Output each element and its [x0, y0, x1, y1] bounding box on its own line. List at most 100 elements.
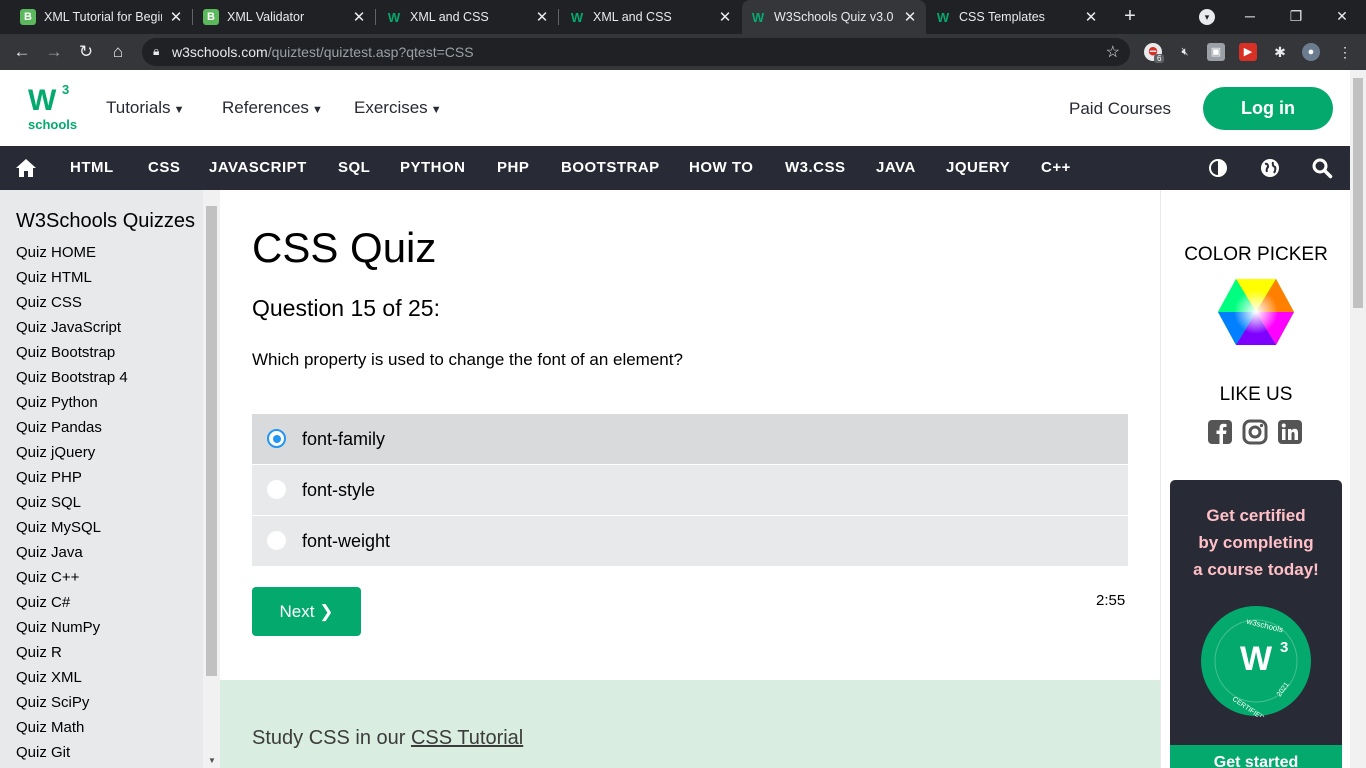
nav-w3css[interactable]: W3.CSS: [785, 146, 846, 190]
svg-text:W: W: [1240, 640, 1273, 678]
sidebar-item-quiz-jquery[interactable]: Quiz jQuery: [16, 443, 128, 468]
reload-icon[interactable]: ↻: [73, 39, 99, 65]
color-picker-icon[interactable]: [1216, 277, 1296, 347]
sidebar-scrollbar[interactable]: ▼: [203, 190, 220, 768]
contrast-icon[interactable]: [1207, 157, 1229, 179]
forward-icon[interactable]: →: [41, 39, 67, 65]
w3schools-favicon-icon: W: [751, 9, 765, 25]
minimize-icon[interactable]: ─: [1230, 0, 1270, 34]
sidebar-item-quiz-cpp[interactable]: Quiz C++: [16, 568, 128, 593]
home-icon[interactable]: [15, 157, 37, 179]
extensions-puzzle-icon[interactable]: ✱: [1271, 43, 1289, 61]
sidebar-item-quiz-csharp[interactable]: Quiz C#: [16, 593, 128, 618]
certification-ad[interactable]: Get certified by completing a course tod…: [1170, 480, 1342, 768]
sidebar-item-quiz-git[interactable]: Quiz Git: [16, 743, 128, 768]
radio-button[interactable]: [267, 480, 286, 499]
sidebar-item-quiz-html[interactable]: Quiz HTML: [16, 268, 128, 293]
close-tab-icon[interactable]: ✕: [168, 8, 184, 26]
browser-tab-active[interactable]: W W3Schools Quiz v3.0 ✕: [742, 0, 926, 34]
lock-icon[interactable]: 🔒︎: [153, 44, 159, 59]
topic-navbar: HTML CSS JAVASCRIPT SQL PYTHON PHP BOOTS…: [0, 146, 1350, 190]
sidebar-item-quiz-r[interactable]: Quiz R: [16, 643, 128, 668]
browser-tab[interactable]: W XML and CSS ✕: [378, 0, 558, 34]
sidebar-item-quiz-python[interactable]: Quiz Python: [16, 393, 128, 418]
nav-bootstrap[interactable]: BOOTSTRAP: [561, 146, 660, 190]
bookmark-star-icon[interactable]: ☆: [1106, 42, 1120, 62]
facebook-icon[interactable]: [1207, 419, 1233, 445]
sidebar-item-quiz-math[interactable]: Quiz Math: [16, 718, 128, 743]
nav-html[interactable]: HTML: [70, 146, 114, 190]
nav-sql[interactable]: SQL: [338, 146, 370, 190]
w3schools-logo[interactable]: W 3 schools: [28, 82, 77, 132]
sidebar-item-quiz-sql[interactable]: Quiz SQL: [16, 493, 128, 518]
back-icon[interactable]: ←: [9, 39, 35, 65]
sidebar-item-quiz-xml[interactable]: Quiz XML: [16, 668, 128, 693]
nav-jquery[interactable]: JQUERY: [946, 146, 1010, 190]
mute-extension-icon[interactable]: 🔇︎: [1176, 43, 1194, 61]
url-text[interactable]: w3schools.com/quiztest/quiztest.asp?qtes…: [172, 44, 474, 60]
browser-menu-icon[interactable]: ⋮: [1336, 43, 1354, 61]
close-tab-icon[interactable]: ✕: [902, 8, 918, 26]
menu-tutorials[interactable]: Tutorials ▼: [106, 98, 184, 118]
sidebar-item-quiz-java[interactable]: Quiz Java: [16, 543, 128, 568]
site-header: W 3 schools Tutorials ▼ References ▼ Exerc…: [0, 70, 1350, 146]
linkedin-icon[interactable]: [1277, 419, 1303, 445]
browser-tab[interactable]: W XML and CSS ✕: [561, 0, 741, 34]
login-button[interactable]: Log in: [1203, 87, 1333, 130]
sidebar-item-quiz-php[interactable]: Quiz PHP: [16, 468, 128, 493]
search-icon[interactable]: [1311, 157, 1333, 179]
menu-references[interactable]: References ▼: [222, 98, 323, 118]
next-button[interactable]: Next ❯: [252, 587, 361, 636]
scroll-down-arrow-icon[interactable]: ▼: [208, 756, 216, 765]
maximize-icon[interactable]: ❐: [1276, 0, 1316, 34]
radio-button[interactable]: [267, 531, 286, 550]
new-tab-icon[interactable]: +: [1119, 5, 1141, 27]
sidebar-item-quiz-numpy[interactable]: Quiz NumPy: [16, 618, 128, 643]
sidebar-item-quiz-scipy[interactable]: Quiz SciPy: [16, 693, 128, 718]
close-tab-icon[interactable]: ✕: [351, 8, 367, 26]
nav-css[interactable]: CSS: [148, 146, 180, 190]
media-extension-icon[interactable]: ▶: [1239, 43, 1257, 61]
browser-tab[interactable]: B XML Validator ✕: [195, 0, 375, 34]
sidebar-item-quiz-mysql[interactable]: Quiz MySQL: [16, 518, 128, 543]
nav-python[interactable]: PYTHON: [400, 146, 466, 190]
home-icon[interactable]: ⌂: [105, 39, 131, 65]
tab-search-icon[interactable]: ▾: [1199, 9, 1215, 25]
menu-exercises[interactable]: Exercises ▼: [354, 98, 442, 118]
sidebar-item-quiz-bootstrap4[interactable]: Quiz Bootstrap 4: [16, 368, 128, 393]
globe-icon[interactable]: [1259, 157, 1281, 179]
caret-down-icon: ▼: [311, 104, 323, 116]
radio-button-selected[interactable]: [267, 429, 286, 448]
screenshot-extension-icon[interactable]: ▣: [1207, 43, 1225, 61]
address-bar[interactable]: 🔒︎ w3schools.com/quiztest/quiztest.asp?q…: [142, 38, 1130, 66]
browser-tab[interactable]: B XML Tutorial for Beginne ✕: [12, 0, 192, 34]
css-tutorial-link[interactable]: CSS Tutorial: [411, 727, 523, 749]
nav-javascript[interactable]: JAVASCRIPT: [209, 146, 307, 190]
nav-howto[interactable]: HOW TO: [689, 146, 753, 190]
close-tab-icon[interactable]: ✕: [717, 8, 733, 26]
sidebar-scroll-thumb[interactable]: [206, 206, 217, 676]
page-scrollbar[interactable]: [1350, 70, 1366, 768]
study-text: Study CSS in our CSS Tutorial: [252, 727, 524, 749]
close-tab-icon[interactable]: ✕: [1083, 8, 1099, 26]
quiz-timer: 2:55: [1096, 592, 1126, 609]
close-tab-icon[interactable]: ✕: [534, 8, 550, 26]
get-started-button[interactable]: Get started: [1170, 745, 1342, 768]
nav-cpp[interactable]: C++: [1041, 146, 1071, 190]
nav-java[interactable]: JAVA: [876, 146, 916, 190]
sidebar-item-quiz-javascript[interactable]: Quiz JavaScript: [16, 318, 128, 343]
page-scroll-thumb[interactable]: [1353, 78, 1363, 308]
answer-option[interactable]: font-weight: [252, 516, 1128, 566]
sidebar-item-quiz-pandas[interactable]: Quiz Pandas: [16, 418, 128, 443]
profile-avatar[interactable]: ●: [1302, 43, 1320, 61]
sidebar-item-quiz-css[interactable]: Quiz CSS: [16, 293, 128, 318]
answer-option[interactable]: font-family: [252, 414, 1128, 464]
paid-courses-link[interactable]: Paid Courses: [1069, 99, 1171, 119]
browser-tab[interactable]: W CSS Templates ✕: [927, 0, 1107, 34]
sidebar-item-quiz-bootstrap[interactable]: Quiz Bootstrap: [16, 343, 128, 368]
instagram-icon[interactable]: [1242, 419, 1268, 445]
answer-option[interactable]: font-style: [252, 465, 1128, 515]
nav-php[interactable]: PHP: [497, 146, 529, 190]
sidebar-item-quiz-home[interactable]: Quiz HOME: [16, 243, 128, 268]
window-close-icon[interactable]: ✕: [1322, 0, 1362, 34]
